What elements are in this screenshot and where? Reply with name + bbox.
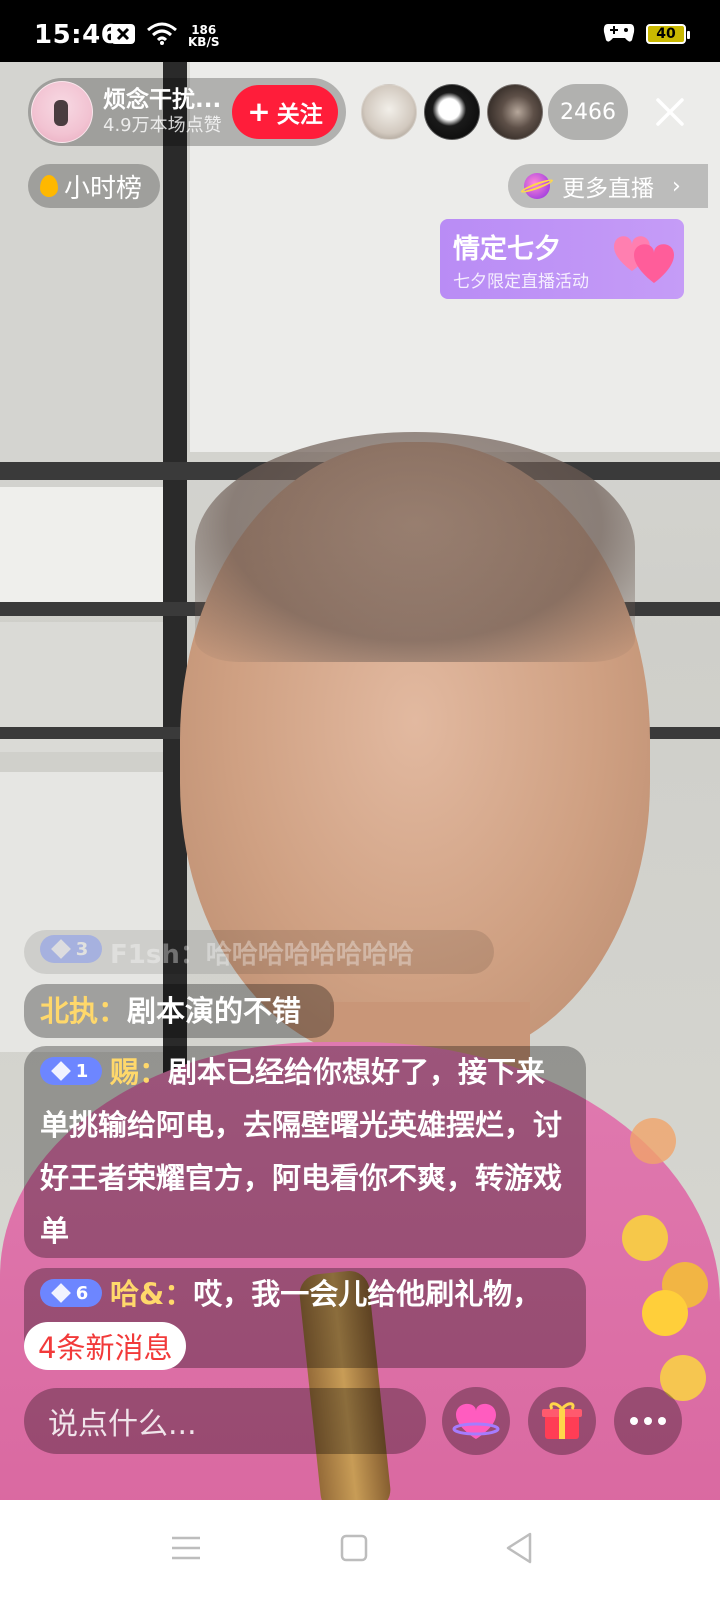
- chat-user: 北执：: [40, 994, 128, 1028]
- plus-icon: +: [247, 95, 271, 128]
- hourly-rank-button[interactable]: 小时榜: [28, 164, 161, 208]
- chat-user: 哈&：: [110, 1277, 194, 1311]
- net-speed-unit: KB/S: [188, 35, 220, 49]
- more-live-button[interactable]: 更多直播 ›: [508, 164, 708, 208]
- planet-icon: [524, 173, 550, 199]
- home-nav-button[interactable]: [334, 1528, 374, 1568]
- battery-icon: 40: [646, 24, 690, 44]
- viewer-count[interactable]: 2466: [548, 84, 628, 140]
- follow-button[interactable]: + 关注: [232, 85, 338, 139]
- notification-x-icon: [110, 23, 136, 49]
- diamond-icon: [50, 939, 71, 959]
- close-button[interactable]: [650, 92, 690, 132]
- event-title: 情定七夕: [453, 234, 561, 265]
- like-button[interactable]: [442, 1387, 510, 1455]
- heart-planet-icon: [452, 1403, 500, 1439]
- more-icon: [630, 1417, 666, 1425]
- thumbs-up-emoji-icon: [630, 1118, 676, 1164]
- back-triangle-icon: [506, 1532, 532, 1564]
- level-badge: 6: [40, 1279, 102, 1307]
- status-right-icons: 40: [602, 20, 690, 48]
- diamond-icon: [50, 1283, 71, 1303]
- rock-hand-emoji-icon: [622, 1215, 668, 1261]
- comment-input[interactable]: 说点什么...: [24, 1388, 426, 1454]
- anchor-name: 烦念干扰...: [103, 87, 222, 113]
- home-square-icon: [340, 1534, 368, 1562]
- chat-message[interactable]: 1 赐：剧本已经给你想好了，接下来单挑输给阿电，去隔壁曙光英雄摆烂，讨好王者荣耀官…: [24, 1046, 586, 1258]
- more-live-label: 更多直播: [562, 176, 654, 202]
- viewer-avatar[interactable]: [424, 84, 480, 140]
- hearts-icon: [614, 236, 674, 283]
- anchor-likes: 4.9万本场点赞: [103, 115, 222, 136]
- net-speed: 186 KB/S: [188, 24, 219, 48]
- gift-button[interactable]: [528, 1387, 596, 1455]
- menu-nav-button[interactable]: [166, 1528, 206, 1568]
- back-nav-button[interactable]: [500, 1528, 540, 1568]
- gift-icon: [542, 1402, 582, 1439]
- chat-message-faded: 3 F1sh： 哈哈哈哈哈哈哈哈: [24, 930, 494, 974]
- system-nav-bar: [0, 1500, 720, 1600]
- new-messages-button[interactable]: 4条新消息: [24, 1322, 187, 1370]
- hourly-rank-label: 小时榜: [64, 173, 143, 204]
- close-icon: [656, 98, 684, 126]
- chat-text: 哎，我一会儿给他刷礼物，: [193, 1277, 542, 1311]
- chevron-right-icon: ›: [672, 173, 681, 199]
- chat-user: 赐：: [110, 1055, 169, 1089]
- menu-icon: [172, 1536, 200, 1560]
- chat-message[interactable]: 北执：剧本演的不错: [24, 984, 334, 1038]
- viewer-avatar[interactable]: [361, 84, 417, 140]
- follow-label: 关注: [276, 102, 323, 128]
- wifi-icon: [146, 22, 178, 50]
- more-button[interactable]: [614, 1387, 682, 1455]
- viewer-avatar[interactable]: [487, 84, 543, 140]
- status-time: 15:46: [34, 20, 120, 50]
- anchor-avatar[interactable]: [31, 81, 93, 143]
- level-badge: 3: [40, 935, 102, 963]
- status-left-icons: 186 KB/S: [110, 22, 219, 50]
- flame-icon: [40, 175, 58, 197]
- event-banner[interactable]: 情定七夕 七夕限定直播活动: [440, 219, 684, 299]
- level-badge: 1: [40, 1057, 102, 1085]
- status-bar: 15:46 186 KB/S 40: [0, 0, 720, 62]
- chat-text: 哈哈哈哈哈哈哈哈: [205, 939, 414, 970]
- chat-text: 剧本演的不错: [127, 994, 302, 1028]
- game-controller-icon: [602, 20, 636, 48]
- laughing-emoji-icon: [642, 1290, 688, 1336]
- event-subtitle: 七夕限定直播活动: [453, 272, 589, 292]
- diamond-icon: [50, 1061, 71, 1081]
- chat-user: F1sh：: [110, 939, 206, 970]
